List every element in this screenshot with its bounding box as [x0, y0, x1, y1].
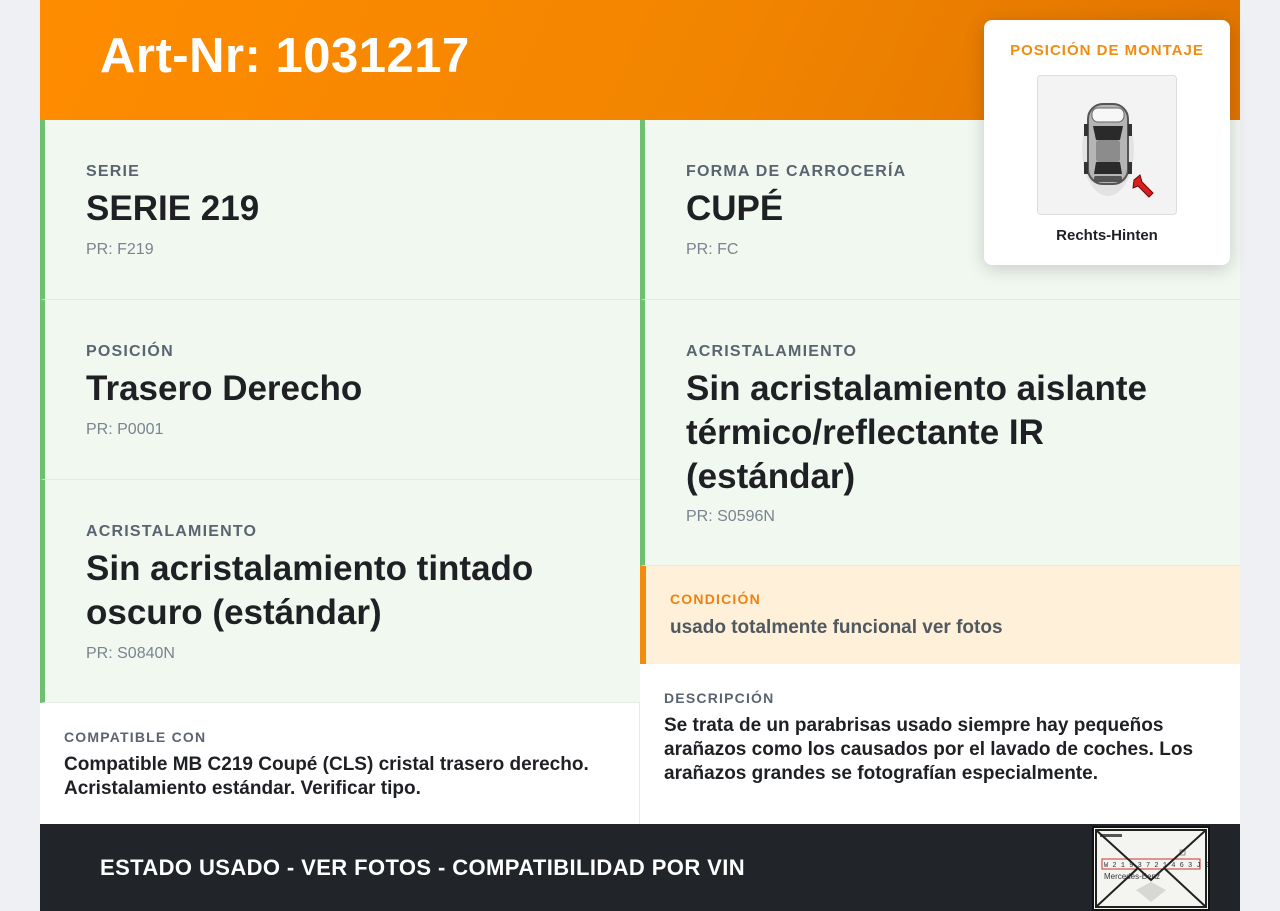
posicion-label: POSICIÓN: [86, 343, 174, 360]
posicion-value: Trasero Derecho: [86, 369, 363, 408]
acristalamiento-ir-value: Sin acristalamiento aislante térmico/ref…: [686, 369, 1148, 496]
mount-position-title: POSICIÓN DE MONTAJE: [1010, 42, 1204, 59]
acristalamiento-tint-label: ACRISTALAMIENTO: [86, 523, 258, 540]
serie-pr-code: PR: F219: [86, 241, 154, 258]
compatible-label: COMPATIBLE CON: [64, 729, 207, 745]
serie-cell: SERIE SERIE 219 PR: F219: [40, 120, 640, 300]
condition-panel: CONDICIÓN usado totalmente funcional ver…: [640, 566, 1240, 664]
label-photo-image: W 2 1 9 3 7 2 1 4 6 3 J 0 1 9 1 9 Merced…: [1094, 828, 1208, 909]
acristalamiento-ir-pr-code: PR: S0596N: [686, 508, 775, 525]
acristalamiento-ir-label: ACRISTALAMIENTO: [686, 343, 858, 360]
label-photo-thumbnail[interactable]: W 2 1 9 3 7 2 1 4 6 3 J 0 1 9 1 9 Merced…: [1092, 826, 1210, 911]
car-top-view-icon: [1038, 76, 1176, 214]
compatible-section: COMPATIBLE CON Compatible MB C219 Coupé …: [40, 703, 640, 824]
acristalamiento-tint-cell: ACRISTALAMIENTO Sin acristalamiento tint…: [40, 480, 640, 703]
carroceria-pr-code: PR: FC: [686, 241, 739, 258]
description-label: DESCRIPCIÓN: [664, 690, 775, 706]
mount-position-caption: Rechts-Hinten: [1056, 227, 1158, 244]
acristalamiento-tint-value: Sin acristalamiento tintado oscuro (está…: [86, 549, 534, 632]
footer-text: ESTADO USADO - VER FOTOS - COMPATIBILIDA…: [100, 855, 745, 880]
car-diagram-image[interactable]: [1037, 75, 1177, 215]
condition-text: usado totalmente funcional ver fotos: [670, 617, 1003, 638]
serie-label: SERIE: [86, 163, 141, 180]
carroceria-label: FORMA DE CARROCERÍA: [686, 163, 907, 180]
article-number-title: Art-Nr: 1031217: [100, 29, 470, 83]
description-section: DESCRIPCIÓN Se trata de un parabrisas us…: [640, 664, 1240, 824]
posicion-pr-code: PR: P0001: [86, 421, 164, 438]
compatible-text: Compatible MB C219 Coupé (CLS) cristal t…: [64, 754, 589, 799]
acristalamiento-tint-pr-code: PR: S0840N: [86, 645, 175, 662]
footer-bar: ESTADO USADO - VER FOTOS - COMPATIBILIDA…: [40, 824, 1240, 911]
description-text: Se trata de un parabrisas usado siempre …: [664, 715, 1194, 784]
condition-label: CONDICIÓN: [670, 591, 761, 607]
thumbnail-vin-text: W 2 1 9 3 7 2 1 4 6 3 J 0 1 9 1 9: [1104, 862, 1208, 870]
serie-value: SERIE 219: [86, 189, 260, 228]
posicion-cell: POSICIÓN Trasero Derecho PR: P0001: [40, 300, 640, 480]
mount-position-card: POSICIÓN DE MONTAJE Rechts-Hinten: [984, 20, 1230, 265]
acristalamiento-ir-cell: ACRISTALAMIENTO Sin acristalamiento aisl…: [640, 300, 1240, 566]
